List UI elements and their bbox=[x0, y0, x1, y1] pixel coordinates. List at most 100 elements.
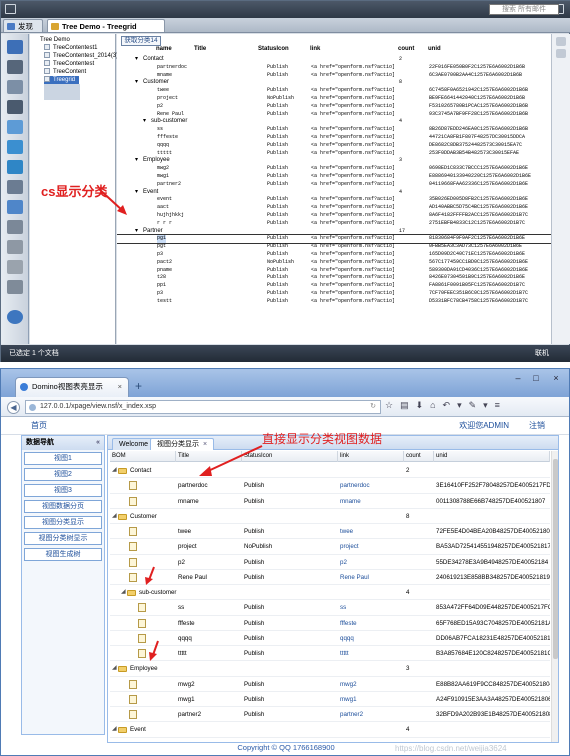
table-row[interactable]: ss Publish ss 853A472FF64D09E448257DE400521… bbox=[110, 600, 550, 616]
table-row[interactable]: ttttt Publish ttttt B3A857684E120C8248257DE… bbox=[110, 646, 550, 662]
document-row[interactable]: ttttt Publish <a href="openform.nsf?actio]… bbox=[117, 150, 551, 158]
document-row[interactable]: p3 Publish <a href="openform.nsf?actio] 165… bbox=[117, 251, 551, 259]
category-row[interactable]: ▾ Event 4 bbox=[117, 189, 551, 197]
home-link[interactable]: 首页 bbox=[31, 420, 47, 431]
window-menu-icon[interactable] bbox=[5, 4, 16, 14]
link-cell[interactable]: ttttt bbox=[340, 646, 349, 661]
document-row[interactable]: pp1 Publish <a href="openform.nsf?actio] FA… bbox=[117, 282, 551, 290]
category-row[interactable]: ◢ sub-customer 4 bbox=[110, 585, 550, 601]
browser-tab[interactable]: Domino视图表亮显示 × bbox=[15, 377, 129, 397]
twistie-icon[interactable]: ▾ bbox=[135, 79, 138, 87]
category-row[interactable]: ▾ sub-customer 4 bbox=[117, 118, 551, 126]
nav-button-paging[interactable]: 视图数据分页 bbox=[24, 500, 102, 513]
globe-icon[interactable] bbox=[7, 310, 23, 324]
document-row[interactable]: mwg2 Publish <a href="openform.nsf?actio] 0… bbox=[117, 165, 551, 173]
tab-tree-demo[interactable]: Tree Demo - Treegrid bbox=[47, 19, 165, 32]
link-cell[interactable]: qqqq bbox=[340, 631, 354, 646]
twistie-icon[interactable]: ▾ bbox=[135, 228, 138, 236]
document-row[interactable]: partnerdoc Publish <a href="openform.nsf?a… bbox=[117, 64, 551, 72]
table-row[interactable]: partnerdoc Publish partnerdoc 3E16410FF252F… bbox=[110, 478, 550, 494]
table-row[interactable]: p2 Publish p2 55DE34278E3A9B4948257DE400521… bbox=[110, 555, 550, 570]
table-row[interactable]: mwg2 Publish mwg2 E88B82AA619F9CC848257DE40… bbox=[110, 677, 550, 692]
document-row[interactable]: event Publish <a href="openform.nsf?actio]… bbox=[117, 196, 551, 204]
column-header[interactable]: count bbox=[398, 46, 414, 52]
address-bar[interactable]: 127.0.0.1/xpage/view.nsf/x_index.xsp ↻ bbox=[25, 400, 381, 414]
table-row[interactable]: project NoPublish project BA53AD72541455194… bbox=[110, 539, 550, 555]
col-header[interactable]: unid bbox=[434, 451, 550, 462]
document-row[interactable]: pg1 Publish <a href="openform.nsf?actio] 81… bbox=[117, 234, 551, 245]
sametime-icon[interactable] bbox=[7, 160, 23, 174]
table-row[interactable]: Rene Paul Publish Rene Paul 240619213E858BB… bbox=[110, 570, 550, 585]
twistie-icon[interactable]: ▾ bbox=[135, 189, 138, 197]
document-row[interactable]: pgt Publish <a href="openform.nsf?actio] 0F… bbox=[117, 243, 551, 251]
expand-icon[interactable]: ◢ bbox=[112, 722, 117, 737]
folder-icon[interactable] bbox=[7, 220, 23, 234]
activities-icon[interactable] bbox=[7, 280, 23, 294]
nav-button-view3[interactable]: 视图3 bbox=[24, 484, 102, 497]
category-row[interactable]: ◢ Customer 8 bbox=[110, 509, 550, 524]
table-row[interactable]: partner2 Publish partner2 32BFD9A202B93E1B4… bbox=[110, 707, 550, 723]
column-header[interactable]: unid bbox=[428, 46, 441, 52]
link-cell[interactable]: mname bbox=[340, 494, 361, 509]
column-header[interactable]: Title bbox=[194, 46, 206, 52]
link-cell[interactable]: p2 bbox=[340, 555, 347, 570]
workspace-icon[interactable] bbox=[7, 180, 23, 194]
document-row[interactable]: pact2 NoPublish <a href="openform.nsf?acti… bbox=[117, 259, 551, 267]
todo-icon[interactable] bbox=[7, 120, 23, 134]
expand-icon[interactable]: ◢ bbox=[112, 463, 117, 478]
notes-search-input[interactable]: 搜索 所有邮件 bbox=[489, 4, 559, 15]
nav-button-view1[interactable]: 视图1 bbox=[24, 452, 102, 465]
bookmark-icon[interactable] bbox=[7, 40, 23, 54]
document-row[interactable]: hujhjhkkj Publish <a href="openform.nsf?ac… bbox=[117, 212, 551, 220]
document-row[interactable]: testt Publish <a href="openform.nsf?actio]… bbox=[117, 298, 551, 306]
document-row[interactable]: qqqq Publish <a href="openform.nsf?actio] D… bbox=[117, 142, 551, 150]
notebook-icon[interactable] bbox=[7, 240, 23, 254]
link-cell[interactable]: mwg2 bbox=[340, 677, 357, 692]
document-row[interactable]: p3 Publish <a href="openform.nsf?actio] 7CF… bbox=[117, 290, 551, 298]
category-row[interactable]: ▾ Customer 8 bbox=[117, 79, 551, 87]
calendar-icon[interactable] bbox=[7, 80, 23, 94]
favorites-icon[interactable] bbox=[7, 200, 23, 214]
nav-button-category[interactable]: 视图分类显示 bbox=[24, 516, 102, 529]
files-icon[interactable] bbox=[7, 260, 23, 274]
column-header[interactable]: StatusIcon bbox=[258, 46, 289, 52]
refresh-icon[interactable] bbox=[556, 49, 566, 58]
document-row[interactable]: aact Publish <a href="openform.nsf?actio] A… bbox=[117, 204, 551, 212]
view-scrollbar[interactable] bbox=[551, 34, 570, 344]
table-row[interactable]: fffeste Publish fffeste 65F768ED15A93C70482… bbox=[110, 616, 550, 631]
column-header[interactable]: link bbox=[310, 46, 320, 52]
tab-discover[interactable]: 发现 bbox=[3, 19, 43, 32]
close-tab-icon[interactable]: × bbox=[118, 378, 122, 396]
table-row[interactable]: mname Publish mname 0011308788E66B748257DE4… bbox=[110, 494, 550, 509]
document-row[interactable]: fffeste Publish <a href="openform.nsf?acti… bbox=[117, 134, 551, 142]
reload-icon[interactable]: ↻ bbox=[370, 401, 376, 413]
twistie-icon[interactable]: ▾ bbox=[135, 157, 138, 165]
document-row[interactable]: partner2 Publish <a href="openform.nsf?act… bbox=[117, 181, 551, 189]
document-row[interactable]: ss Publish <a href="openform.nsf?actio] 8B2… bbox=[117, 126, 551, 134]
maximize-icon[interactable]: □ bbox=[529, 373, 543, 384]
grid-scrollbar[interactable] bbox=[551, 451, 558, 742]
link-cell[interactable]: partner2 bbox=[340, 707, 363, 722]
table-row[interactable]: mwg1 Publish mwg1 A24F910915E3AA3A48257DE40… bbox=[110, 692, 550, 707]
view-action-button[interactable]: 获取分类14 bbox=[121, 36, 161, 46]
logout-link[interactable]: 注销 bbox=[529, 420, 545, 431]
table-row[interactable]: qqqq Publish qqqq DD06AB7FCA18231E48257DE40… bbox=[110, 631, 550, 646]
nav-item[interactable]: TreeContentest1 bbox=[44, 44, 97, 52]
expand-icon[interactable]: ◢ bbox=[112, 509, 117, 524]
nav-item[interactable]: TreeContentest_2014(3) bbox=[44, 52, 118, 60]
category-row[interactable]: ▾ Contact 2 bbox=[117, 56, 551, 64]
expand-icon[interactable]: ◢ bbox=[121, 585, 126, 600]
toolbar-icons[interactable]: ☆▤⬇⌂↶▾✎▾≡ bbox=[385, 400, 507, 411]
document-row[interactable]: mwg1 Publish <a href="openform.nsf?actio] E… bbox=[117, 173, 551, 181]
scroll-up-icon[interactable] bbox=[556, 37, 566, 46]
link-cell[interactable]: Rene Paul bbox=[340, 570, 369, 585]
link-cell[interactable]: partnerdoc bbox=[340, 478, 370, 493]
category-row[interactable]: ◢ Contact 2 bbox=[110, 463, 550, 479]
column-header[interactable]: name bbox=[156, 46, 172, 52]
col-header[interactable]: link bbox=[338, 451, 404, 462]
document-row[interactable]: p2 Publish <a href="openform.nsf?actio] F53… bbox=[117, 103, 551, 111]
nav-button-generate-tree[interactable]: 视图生成树 bbox=[24, 548, 102, 561]
category-row[interactable]: ▾ Partner 17 bbox=[117, 228, 551, 236]
link-cell[interactable]: twee bbox=[340, 524, 353, 539]
link-cell[interactable]: project bbox=[340, 539, 359, 554]
